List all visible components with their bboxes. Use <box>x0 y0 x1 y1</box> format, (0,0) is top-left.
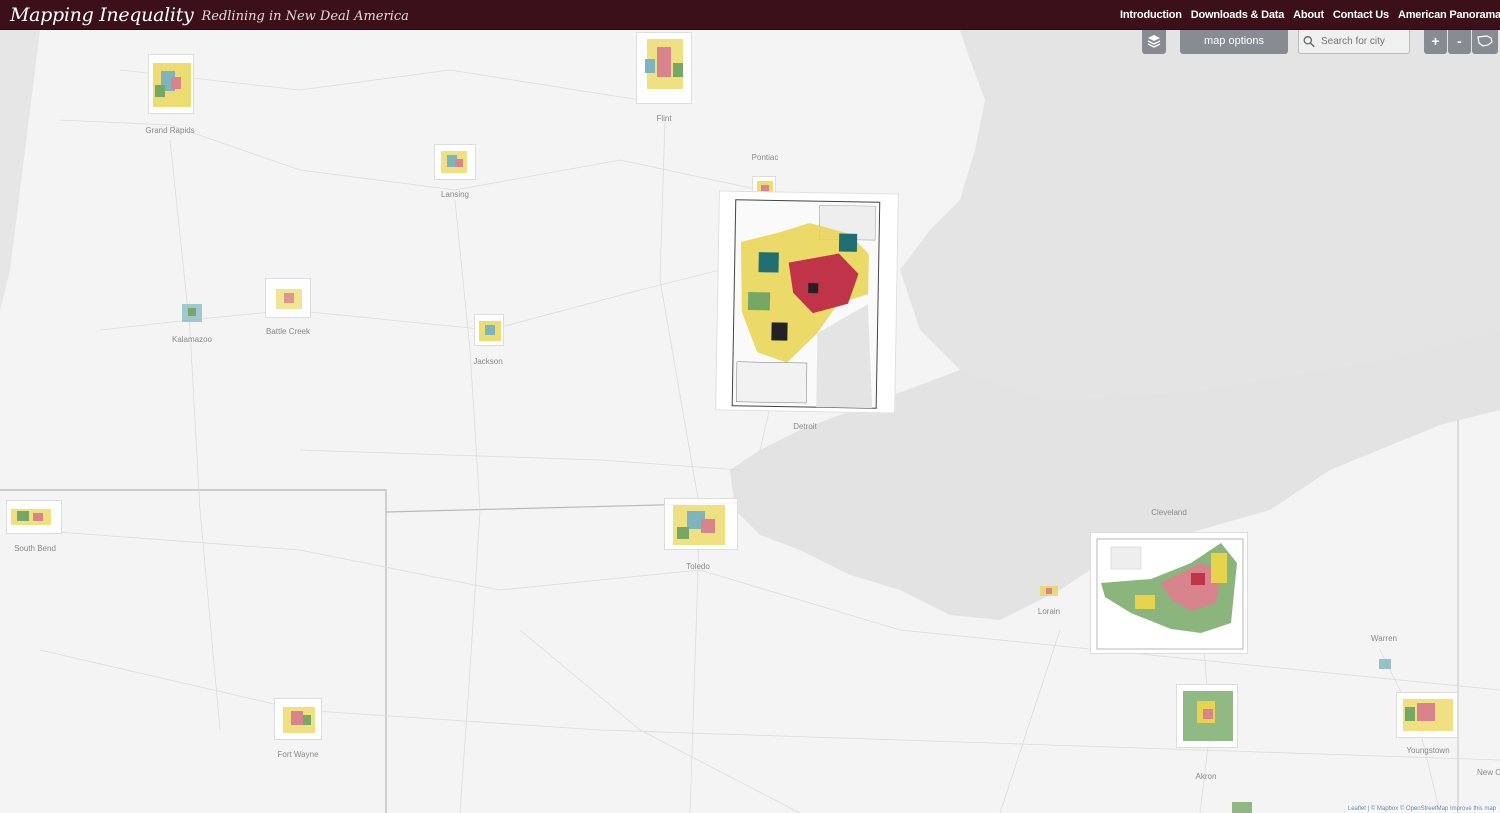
nav-american-panorama[interactable]: American Panorama <box>1398 9 1500 21</box>
redline-overlay <box>441 151 467 173</box>
city-map-battle-creek[interactable] <box>265 278 311 318</box>
nav-downloads-data[interactable]: Downloads & Data <box>1191 9 1285 21</box>
us-map-icon <box>1477 35 1493 47</box>
redline-overlay <box>645 39 683 89</box>
map-canvas[interactable]: map options + - Grand Rapids Flint <box>0 30 1500 813</box>
city-map-jackson[interactable] <box>474 314 504 346</box>
redline-overlay <box>1096 538 1244 650</box>
layers-icon <box>1147 35 1161 48</box>
city-map-cleveland[interactable] <box>1090 532 1248 654</box>
search-icon <box>1303 35 1315 47</box>
city-label-toledo[interactable]: Toledo <box>686 562 710 571</box>
city-label-grand-rapids[interactable]: Grand Rapids <box>145 126 194 135</box>
layers-button[interactable] <box>1142 30 1166 54</box>
city-label-lansing[interactable]: Lansing <box>441 190 469 199</box>
base-map <box>0 30 1500 813</box>
city-map-kalamazoo[interactable] <box>178 300 206 326</box>
site-title[interactable]: Mapping Inequality <box>10 4 194 26</box>
city-map-grand-rapids[interactable] <box>148 54 194 114</box>
city-label-cleveland[interactable]: Cleveland <box>1151 508 1187 517</box>
city-label-warren[interactable]: Warren <box>1371 634 1397 643</box>
zoom-out-button[interactable]: - <box>1448 30 1471 54</box>
site-subtitle: Redlining in New Deal America <box>201 8 409 24</box>
redline-overlay <box>1379 659 1391 669</box>
city-map-youngstown[interactable] <box>1396 692 1458 738</box>
city-map-lansing[interactable] <box>434 144 476 180</box>
main-nav: Introduction Downloads & Data About Cont… <box>1120 0 1500 30</box>
city-map-south-bend[interactable] <box>6 500 62 534</box>
map-options-button[interactable]: map options <box>1180 30 1288 54</box>
redline-overlay <box>11 509 51 525</box>
state-border <box>0 489 387 813</box>
city-label-new-castle[interactable]: New C <box>1477 768 1500 777</box>
redline-overlay <box>479 321 501 341</box>
city-map-flint[interactable] <box>636 32 692 104</box>
zoom-in-button[interactable]: + <box>1424 30 1447 54</box>
lake-michigan <box>0 30 40 310</box>
map-attribution[interactable]: Leaflet | © Mapbox © OpenStreetMap Impro… <box>1345 806 1498 812</box>
nav-about[interactable]: About <box>1293 9 1324 21</box>
city-label-lorain[interactable]: Lorain <box>1038 607 1060 616</box>
city-label-fort-wayne[interactable]: Fort Wayne <box>277 750 318 759</box>
city-map-akron[interactable] <box>1176 684 1238 748</box>
city-map-detroit[interactable] <box>715 190 899 414</box>
city-label-kalamazoo[interactable]: Kalamazoo <box>172 335 212 344</box>
city-label-battle-creek[interactable]: Battle Creek <box>266 327 310 336</box>
city-search <box>1298 30 1410 54</box>
redline-overlay <box>1232 802 1252 813</box>
redline-overlay <box>283 707 315 733</box>
city-label-pontiac[interactable]: Pontiac <box>752 153 779 162</box>
lake-huron <box>900 30 1500 400</box>
redline-overlay <box>182 304 202 322</box>
top-header: Mapping Inequality Redlining in New Deal… <box>0 0 1500 30</box>
nav-introduction[interactable]: Introduction <box>1120 9 1182 21</box>
city-map-lorain[interactable] <box>1036 582 1062 600</box>
city-label-jackson[interactable]: Jackson <box>473 357 502 366</box>
redline-overlay <box>673 505 725 545</box>
city-map-toledo[interactable] <box>664 498 738 550</box>
nav-contact-us[interactable]: Contact Us <box>1333 9 1389 21</box>
redline-overlay <box>1040 586 1058 596</box>
city-map-partial[interactable] <box>1228 798 1258 813</box>
usa-extent-button[interactable] <box>1472 30 1498 54</box>
city-label-flint[interactable]: Flint <box>656 114 671 123</box>
city-label-youngstown[interactable]: Youngstown <box>1406 746 1449 755</box>
city-label-akron[interactable]: Akron <box>1196 772 1217 781</box>
city-label-detroit[interactable]: Detroit <box>793 422 817 431</box>
redline-overlay <box>1183 691 1233 741</box>
city-map-warren[interactable] <box>1376 656 1394 672</box>
redline-overlay <box>731 199 881 409</box>
redline-overlay <box>153 63 191 107</box>
redline-overlay <box>276 289 302 309</box>
city-map-fort-wayne[interactable] <box>274 698 322 740</box>
search-input[interactable] <box>1319 34 1409 48</box>
redline-overlay <box>1403 699 1453 731</box>
city-label-south-bend[interactable]: South Bend <box>14 544 56 553</box>
